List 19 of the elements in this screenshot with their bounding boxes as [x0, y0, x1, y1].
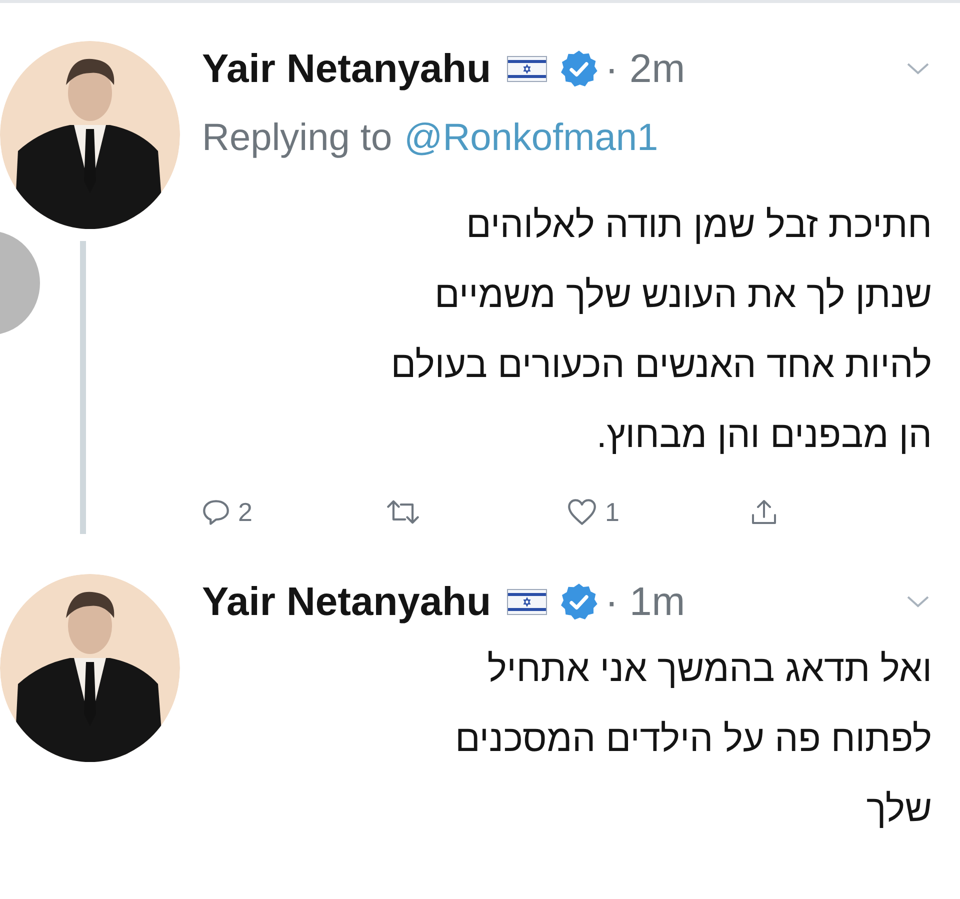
replying-to-label: Replying to: [202, 117, 392, 160]
reply-count: 2: [238, 496, 252, 528]
avatar[interactable]: [0, 41, 180, 229]
verified-icon: [559, 582, 600, 622]
author-name[interactable]: Yair Netanyahu: [202, 580, 492, 624]
tweet-text: ואל תדאג בהמשך אני אתחיל לפתוח פה על הילדים המסכנים שלך: [454, 647, 932, 831]
flag-icon: [507, 589, 548, 615]
share-icon[interactable]: [750, 498, 778, 526]
avatar[interactable]: [0, 574, 180, 762]
tweet-time: · 1m: [605, 580, 686, 624]
heart-icon[interactable]: [567, 498, 597, 526]
tweet-time: · 2m: [605, 46, 686, 92]
tweet-text: חתיכת זבל שמן תודה לאלוהים שנתן לך את העונש שלך משמיים להיות אחד האנשים הכעורים בעולם הן מבפנים והן מבחוץ.: [390, 203, 932, 457]
like-count: 1: [605, 496, 620, 528]
reply-icon[interactable]: [202, 498, 230, 526]
verified-icon: [559, 49, 600, 89]
retweet-icon[interactable]: [384, 498, 420, 526]
author-name[interactable]: Yair Netanyahu: [202, 46, 492, 92]
flag-icon: [507, 56, 548, 82]
